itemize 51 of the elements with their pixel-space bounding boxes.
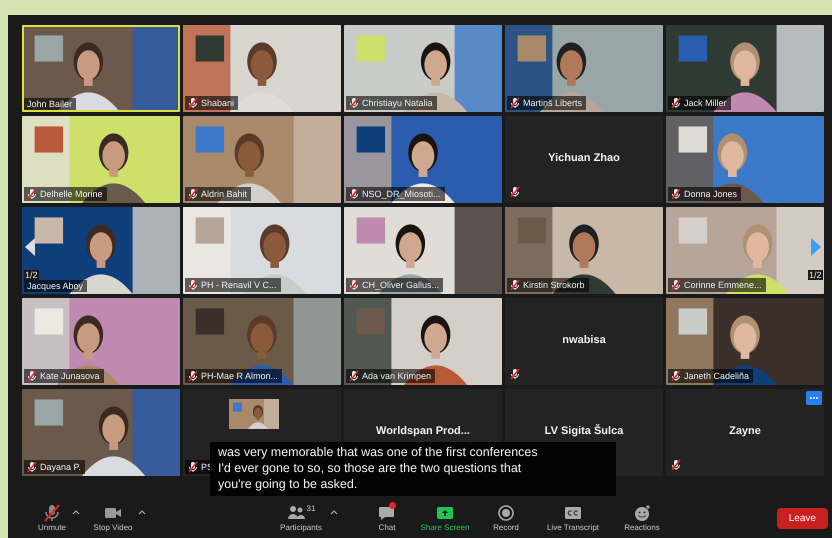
muted-microphone-icon	[43, 504, 61, 522]
participant-count: 31	[306, 504, 316, 513]
name-label: John Bailer	[24, 98, 76, 110]
caption-line: was very memorable that was one of the first conferences	[218, 444, 539, 460]
name-label: Aldrin Bahit	[185, 187, 252, 201]
toolbar-button[interactable]: Stop Video	[88, 504, 138, 532]
caption-line: I'd ever gone to so, so those are the two questions that	[218, 460, 522, 476]
more-icon	[809, 396, 819, 400]
name-label: CH_Oliver Gallus...	[346, 278, 444, 292]
participant-name: nwabisa	[561, 334, 607, 346]
caption-line: you're going to be asked.	[218, 476, 358, 492]
name-label: Dayana P.	[24, 460, 85, 474]
smiley-icon	[633, 504, 651, 522]
toolbar-button[interactable]: Reactions	[612, 504, 672, 532]
caret-icon[interactable]	[138, 510, 146, 515]
participants-icon	[286, 504, 305, 522]
toolbar-button[interactable]: Share Screen	[416, 504, 474, 532]
name-label: Shabani	[185, 96, 238, 110]
participant-name: Yichuan Zhao	[547, 152, 621, 164]
caret-icon[interactable]	[72, 510, 80, 515]
toolbar-button[interactable]: Record	[478, 504, 534, 532]
name-label: Christiayu Natalia	[346, 96, 437, 110]
name-label: Ada van Krimpen	[346, 369, 436, 383]
participant-name: LV Sigita Šulca	[544, 425, 624, 437]
name-label: PH - Renavil V C...	[185, 278, 281, 292]
name-label: Donna Jones	[668, 187, 742, 201]
name-label: Jack Miller	[668, 96, 731, 110]
name-label: Jacques Aboy	[24, 280, 88, 292]
name-label: PH-Mae R Almon...	[185, 369, 282, 383]
page-indicator: 1/2	[24, 270, 39, 280]
name-label: Delhelle Morine	[24, 187, 107, 201]
toolbar-button[interactable]: Unmute	[32, 504, 72, 532]
name-label: Corinne Emmene...	[668, 278, 766, 292]
name-label: Martiņš Liberts	[507, 96, 586, 110]
toolbar-button[interactable]: 31 Participants	[272, 504, 330, 532]
record-icon	[497, 504, 515, 522]
page-indicator: 1/2	[808, 270, 823, 280]
chat-bubble-icon	[378, 504, 396, 522]
closed-caption-icon	[564, 504, 582, 522]
caret-icon[interactable]	[330, 510, 338, 515]
name-label: Kirstin Strokorb	[507, 278, 589, 292]
toolbar-button[interactable]: Live Transcript	[538, 504, 608, 532]
name-label: Janeth Cadeliña	[668, 369, 754, 383]
name-label: NSO_DR_Miosoti...	[346, 187, 445, 201]
toolbar-button[interactable]: Chat	[362, 504, 412, 532]
more-options-button[interactable]	[806, 391, 822, 405]
participant-name: Zayne	[728, 425, 762, 437]
participant-name: Worldspan Prod...	[375, 425, 471, 437]
leave-button[interactable]: Leave	[776, 508, 828, 529]
name-label: Kate Junasova	[24, 369, 104, 383]
previous-page-icon[interactable]	[24, 237, 36, 257]
